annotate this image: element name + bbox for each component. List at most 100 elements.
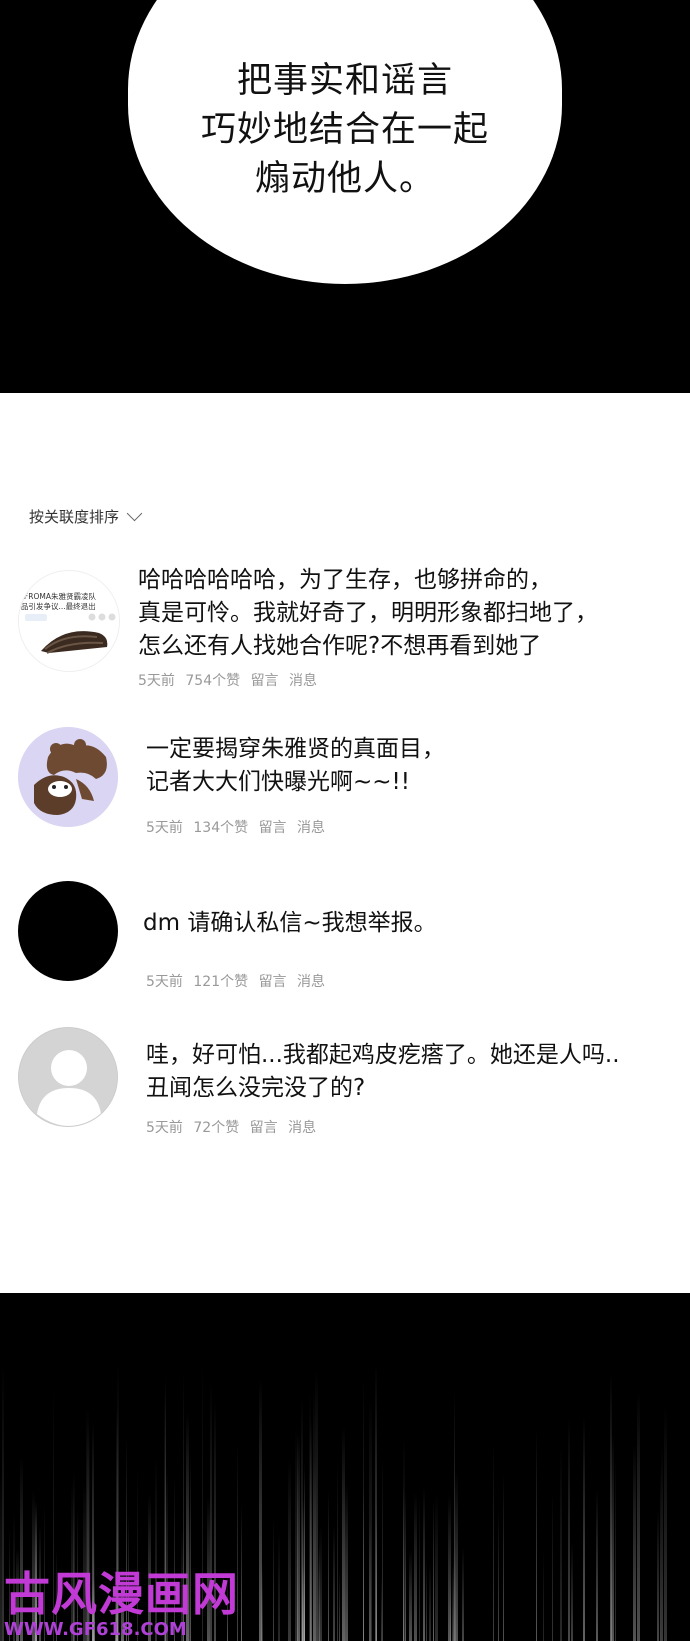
light-streak — [319, 1526, 322, 1641]
thumb-line-1: [FROMA朱雅贤霸凌队 — [21, 591, 96, 601]
bubble-line: 巧妙地结合在一起 — [200, 109, 489, 150]
light-streak — [405, 1491, 406, 1641]
comments-panel: 按关联度排序 [FROMA朱雅贤霸凌队 品引发争议...最终退出 哈哈哈哈哈哈，… — [0, 393, 690, 1293]
light-streak — [333, 1526, 335, 1641]
watermark-name: 古风漫画网 — [4, 1567, 239, 1621]
light-streak — [241, 1504, 242, 1641]
light-streak — [612, 1434, 614, 1641]
light-streak — [273, 1519, 274, 1641]
light-streak — [615, 1456, 616, 1641]
light-streak — [664, 1406, 667, 1641]
comment-meta: 5天前 134个赞 留言 消息 — [146, 817, 331, 837]
comment-meta: 5天前 121个赞 留言 消息 — [146, 971, 331, 991]
light-streak — [423, 1487, 425, 1641]
light-streak — [462, 1547, 464, 1641]
light-streak — [503, 1473, 504, 1641]
reply-link[interactable]: 留言 — [251, 673, 279, 689]
comment-text: dm 请确认私信~我想举报。 — [143, 907, 437, 940]
light-streak — [596, 1490, 598, 1641]
comment-line: 哈哈哈哈哈哈，为了生存，也够拼命的， — [138, 567, 552, 593]
comment-line: 怎么还有人找她合作呢?不想再看到她了 — [138, 633, 542, 659]
light-streak — [414, 1493, 417, 1641]
comment-text: 哈哈哈哈哈哈，为了生存，也够拼命的， 真是可怜。我就好奇了，明明形象都扫地了， … — [138, 564, 598, 663]
comment-meta: 5天前 754个赞 留言 消息 — [138, 670, 323, 690]
reply-link[interactable]: 留言 — [259, 974, 287, 990]
light-streak — [261, 1562, 263, 1641]
comment-meta: 5天前 72个赞 留言 消息 — [146, 1117, 322, 1137]
speech-bubble-text: 把事实和谣言 巧妙地结合在一起 煽动他人。 — [201, 57, 489, 204]
bear-avatar-icon — [18, 727, 118, 827]
light-streak — [571, 1542, 573, 1641]
message-link[interactable]: 消息 — [289, 673, 317, 689]
light-streak — [382, 1457, 383, 1641]
avatar-default[interactable] — [18, 1027, 118, 1127]
like-count[interactable]: 754个赞 — [185, 673, 240, 689]
light-streak — [304, 1461, 305, 1641]
comment-time: 5天前 — [146, 974, 183, 990]
light-streak — [583, 1416, 585, 1641]
like-count[interactable]: 121个赞 — [193, 974, 248, 990]
message-link[interactable]: 消息 — [288, 1120, 316, 1136]
light-streak — [560, 1446, 562, 1641]
light-streak — [426, 1560, 427, 1641]
news-thumbnail-icon: [FROMA朱雅贤霸凌队 品引发争议...最终退出 — [19, 571, 119, 671]
light-streak — [536, 1429, 537, 1641]
comment-text: 一定要揭穿朱雅贤的真面目， 记者大大们快曝光啊~~!! — [146, 733, 445, 799]
thumb-line-2: 品引发争议...最终退出 — [21, 601, 96, 611]
comment-time: 5天前 — [138, 673, 175, 689]
light-streak — [543, 1551, 544, 1641]
reply-link[interactable]: 留言 — [250, 1120, 278, 1136]
like-count[interactable]: 134个赞 — [193, 820, 248, 836]
light-streak — [345, 1484, 348, 1641]
light-streak — [409, 1550, 412, 1641]
comment-line: 哇，好可怕...我都起鸡皮疙瘩了。她还是人吗.. — [146, 1042, 620, 1068]
like-count[interactable]: 72个赞 — [193, 1120, 239, 1136]
light-streak — [657, 1510, 659, 1641]
light-streak — [450, 1580, 451, 1641]
comment-line: 丑闻怎么没完没了的? — [146, 1075, 366, 1101]
light-streak — [435, 1494, 438, 1641]
light-streak — [568, 1418, 570, 1641]
speech-bubble: 把事实和谣言 巧妙地结合在一起 煽动他人。 — [128, 0, 562, 284]
comment-time: 5天前 — [146, 820, 183, 836]
top-panel: 把事实和谣言 巧妙地结合在一起 煽动他人。 — [0, 0, 690, 393]
reply-link[interactable]: 留言 — [259, 820, 287, 836]
bubble-line: 把事实和谣言 — [236, 60, 453, 101]
light-streak — [429, 1563, 431, 1641]
comment-line: 一定要揭穿朱雅贤的真面目， — [146, 736, 445, 762]
light-streak — [288, 1460, 291, 1641]
light-streak — [363, 1374, 364, 1641]
light-streak — [339, 1570, 340, 1641]
message-link[interactable]: 消息 — [297, 974, 325, 990]
light-streak — [375, 1364, 377, 1641]
light-streak — [328, 1490, 329, 1641]
comment-time: 5天前 — [146, 1120, 183, 1136]
light-streak — [552, 1491, 553, 1641]
light-streak — [369, 1520, 371, 1641]
light-streak — [313, 1460, 316, 1641]
light-streak — [493, 1441, 494, 1641]
sort-label: 按关联度排序 — [29, 508, 120, 526]
light-streak — [419, 1497, 420, 1641]
light-streak — [295, 1427, 298, 1641]
light-streak — [337, 1458, 338, 1641]
comment-text: 哇，好可怕...我都起鸡皮疙瘩了。她还是人吗.. 丑闻怎么没完没了的? — [146, 1039, 620, 1105]
comment-line: 记者大大们快曝光啊~~!! — [146, 769, 410, 795]
avatar-black[interactable] — [18, 881, 118, 981]
light-streak — [433, 1500, 434, 1641]
user-default-icon — [19, 1028, 117, 1126]
message-link[interactable]: 消息 — [297, 820, 325, 836]
avatar-bear[interactable] — [18, 727, 118, 827]
sort-dropdown[interactable]: 按关联度排序 — [29, 505, 143, 527]
light-streak — [453, 1548, 456, 1641]
watermark-url: WWW.GF618.COM — [4, 1619, 187, 1640]
light-streak — [498, 1511, 499, 1641]
avatar-news-thumbnail[interactable]: [FROMA朱雅贤霸凌队 品引发争议...最终退出 — [18, 570, 120, 672]
comment-line: 真是可怜。我就好奇了，明明形象都扫地了， — [138, 600, 598, 626]
light-streak — [633, 1445, 636, 1641]
light-streak — [403, 1436, 405, 1641]
light-streak — [637, 1392, 640, 1641]
light-streak — [278, 1532, 280, 1641]
comment-line: dm 请确认私信~我想举报。 — [143, 910, 437, 936]
light-streak — [309, 1391, 311, 1641]
